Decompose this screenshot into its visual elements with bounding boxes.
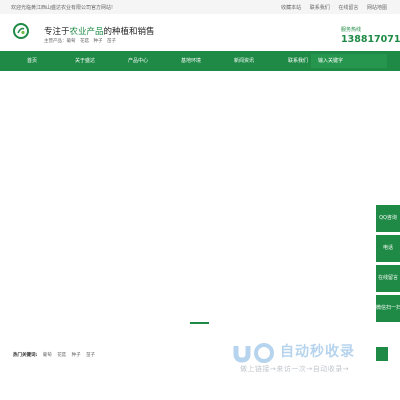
watermark-text: 自动秒收录 — [280, 344, 355, 360]
nav-item-products[interactable]: 产品中心 — [128, 57, 148, 64]
hot-keyword[interactable]: 葡萄 — [43, 353, 52, 358]
hotline-number: 13881707189 — [341, 34, 400, 45]
bookmark-link[interactable]: 收藏本站 — [281, 5, 301, 11]
banner — [0, 71, 400, 328]
slogan-suffix: 的种植和销售 — [103, 27, 155, 37]
watermark-subtext: 做上链接→来访一次→自动收录→ — [240, 365, 350, 373]
logo-icon[interactable] — [13, 23, 29, 39]
top-links: 收藏本站 联系我们 在线留言 网站地图 — [274, 4, 387, 11]
search-placeholder: 输入关键字 — [318, 58, 344, 64]
search-input[interactable]: 输入关键字 — [311, 54, 387, 68]
message-link[interactable]: 在线留言 — [338, 5, 358, 11]
nav-item-contact[interactable]: 联系我们 — [288, 57, 308, 64]
welcome-text: 欢迎光临黄江西山盛达农业有限公司官方网站! — [11, 5, 114, 11]
nav-item-base[interactable]: 基地环境 — [181, 57, 201, 64]
hot-keyword[interactable]: 种子 — [72, 353, 81, 358]
nav-item-news[interactable]: 新闻资讯 — [234, 57, 254, 64]
slogan-highlight: 农业产品 — [69, 27, 104, 37]
nav-item-about[interactable]: 关于盛达 — [75, 57, 95, 64]
phone-button[interactable]: 电话 — [376, 235, 400, 262]
hot-keyword[interactable]: 苗子 — [86, 353, 95, 358]
top-bar: 欢迎光临黄江西山盛达农业有限公司官方网站! 收藏本站 联系我们 在线留言 网站地… — [0, 0, 400, 15]
sitemap-link[interactable]: 网站地图 — [367, 5, 387, 11]
hot-keywords: 热门关键词: 葡萄 花菇 种子 苗子 — [13, 352, 95, 358]
slogan: 专注于农业产品的种植和销售 — [44, 25, 155, 37]
nav-item-home[interactable]: 首页 — [27, 57, 37, 64]
slider-indicator[interactable] — [190, 322, 209, 324]
main-nav: 首页 关于盛达 产品中心 基地环境 新闻资讯 联系我们 输入关键字 — [0, 51, 400, 71]
main-products: 主营产品：葡萄 花菇 种子 苗子 — [44, 39, 116, 44]
hotline-label: 服务热线 — [341, 27, 362, 33]
contact-link[interactable]: 联系我们 — [310, 5, 330, 11]
online-message-button[interactable]: 在线留言 — [376, 265, 400, 292]
hot-keyword[interactable]: 花菇 — [57, 353, 66, 358]
header: 专注于农业产品的种植和销售 主营产品：葡萄 花菇 种子 苗子 服务热线 1388… — [0, 14, 400, 51]
watermark-logo-icon — [233, 343, 274, 363]
watermark: 自动秒收录 做上链接→来访一次→自动收录→ — [230, 341, 380, 377]
qq-consult-button[interactable]: QQ咨询 — [376, 205, 400, 232]
wechat-scan-button[interactable]: 微信扫一扫 — [376, 295, 400, 322]
slogan-prefix: 专注于 — [44, 27, 70, 37]
hot-keywords-label: 热门关键词: — [13, 353, 38, 358]
